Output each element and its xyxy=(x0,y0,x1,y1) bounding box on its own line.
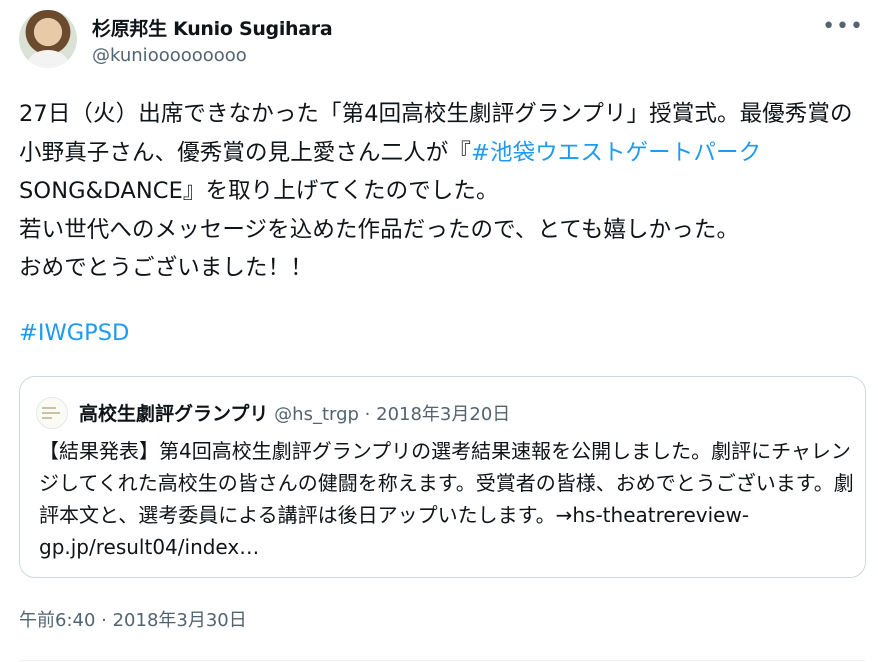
author-avatar[interactable] xyxy=(19,10,77,68)
quoted-tweet-date: 2018年3月20日 xyxy=(376,404,511,425)
tweet-timestamp[interactable]: 午前6:40 · 2018年3月30日 xyxy=(19,606,247,632)
avatar-line xyxy=(42,407,56,409)
quoted-author-avatar xyxy=(36,397,68,429)
tweet-text: 27日（火）出席できなかった「第4回高校生劇評グランプリ」授賞式。最優秀賞の小野… xyxy=(19,95,869,288)
quoted-tweet-text: 【結果発表】第4回高校生劇評グランプリの選考結果速報を公開しました。劇評にチャレ… xyxy=(39,439,854,559)
author-display-name[interactable]: 杉原邦生 Kunio Sugihara xyxy=(92,14,333,41)
quoted-author-name: 高校生劇評グランプリ xyxy=(79,403,269,425)
hashtag-link-iwgpsd[interactable]: #IWGPSD xyxy=(19,320,129,346)
divider xyxy=(19,660,866,661)
avatar-shirt xyxy=(27,50,69,68)
meta-separator: · xyxy=(358,404,377,425)
avatar-line xyxy=(42,412,60,414)
hashtag-link-ikebukuro[interactable]: #池袋ウエストゲートパーク xyxy=(471,140,761,166)
author-handle[interactable]: @kuniooooooooo xyxy=(92,45,247,66)
quoted-tweet-card[interactable]: 高校生劇評グランプリ @hs_trgp · 2018年3月20日 【結果発表】第… xyxy=(19,376,866,578)
quoted-author-handle: @hs_trgp xyxy=(274,404,359,425)
more-horizontal-icon[interactable]: ••• xyxy=(822,14,864,39)
avatar-line xyxy=(42,417,52,419)
quoted-tweet-header: 高校生劇評グランプリ @hs_trgp · 2018年3月20日 xyxy=(79,399,510,426)
